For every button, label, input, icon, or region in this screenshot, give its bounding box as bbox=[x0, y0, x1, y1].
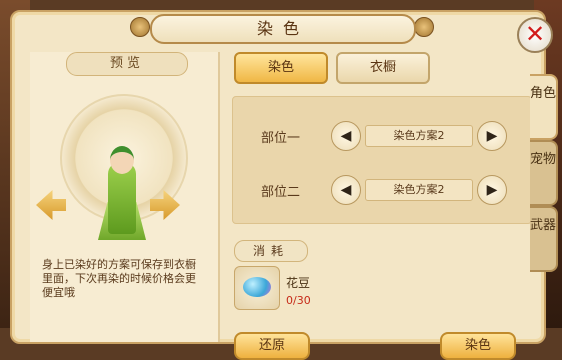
dye-panel: 染色 ✕ 预览 身上已染好的方案可保存到衣橱里面，下次再染的时候价格会更便宜哦 … bbox=[10, 10, 553, 360]
parts-box: 部位一 ◀ 染色方案2 ▶ 部位二 ◀ 染色方案2 ▶ bbox=[232, 96, 532, 224]
preview-tip-text: 身上已染好的方案可保存到衣橱里面，下次再染的时候价格会更便宜哦 bbox=[42, 258, 196, 299]
part1-next-button[interactable]: ▶ bbox=[477, 121, 507, 151]
arrow-left-icon: ◀ bbox=[340, 182, 352, 198]
side-tab-label: 宠物 bbox=[530, 152, 557, 167]
arrow-right-icon: ▶ bbox=[486, 182, 498, 198]
part2-prev-button[interactable]: ◀ bbox=[331, 175, 361, 205]
part-row-1: 部位一 ◀ 染色方案2 ▶ bbox=[233, 121, 531, 151]
dye-main: 染色 衣橱 部位一 ◀ 染色方案2 ▶ 部位二 ◀ 染色方案2 ▶ 消耗 花豆 … bbox=[224, 52, 542, 360]
side-tab-label: 角色 bbox=[530, 86, 557, 101]
item-name: 花豆 bbox=[286, 276, 311, 290]
part-row-2: 部位二 ◀ 染色方案2 ▶ bbox=[233, 175, 531, 205]
character-head bbox=[110, 146, 134, 174]
bean-icon bbox=[243, 277, 271, 297]
preview-label: 预览 bbox=[66, 52, 188, 76]
part1-prev-button[interactable]: ◀ bbox=[331, 121, 361, 151]
window-title: 染色 bbox=[150, 14, 416, 44]
consume-label: 消耗 bbox=[234, 240, 308, 262]
tab-dye[interactable]: 染色 bbox=[234, 52, 328, 84]
side-tab-pet[interactable]: 宠物 bbox=[530, 140, 558, 206]
part-label-2: 部位二 bbox=[261, 185, 301, 200]
side-tab-character[interactable]: 角色 bbox=[530, 74, 558, 140]
close-icon: ✕ bbox=[524, 20, 546, 48]
preview-panel: 预览 身上已染好的方案可保存到衣橱里面，下次再染的时候价格会更便宜哦 bbox=[30, 52, 220, 342]
rotate-left-icon[interactable] bbox=[36, 190, 66, 220]
title-ornament-right bbox=[414, 17, 434, 37]
arrow-right-icon: ▶ bbox=[486, 128, 498, 144]
part2-next-button[interactable]: ▶ bbox=[477, 175, 507, 205]
item-count: 0/30 bbox=[286, 294, 311, 307]
side-tab-weapon[interactable]: 武器 bbox=[530, 206, 558, 272]
side-tab-label: 武器 bbox=[530, 218, 557, 233]
part1-scheme: 染色方案2 bbox=[365, 125, 473, 147]
restore-button[interactable]: 还原 bbox=[234, 332, 310, 360]
part2-scheme: 染色方案2 bbox=[365, 179, 473, 201]
close-button[interactable]: ✕ bbox=[517, 17, 553, 53]
item-slot[interactable] bbox=[234, 266, 280, 310]
title-ornament-left bbox=[130, 17, 150, 37]
dye-button[interactable]: 染色 bbox=[440, 332, 516, 360]
part-label-1: 部位一 bbox=[261, 131, 301, 146]
arrow-left-icon: ◀ bbox=[340, 128, 352, 144]
tab-wardrobe[interactable]: 衣橱 bbox=[336, 52, 430, 84]
